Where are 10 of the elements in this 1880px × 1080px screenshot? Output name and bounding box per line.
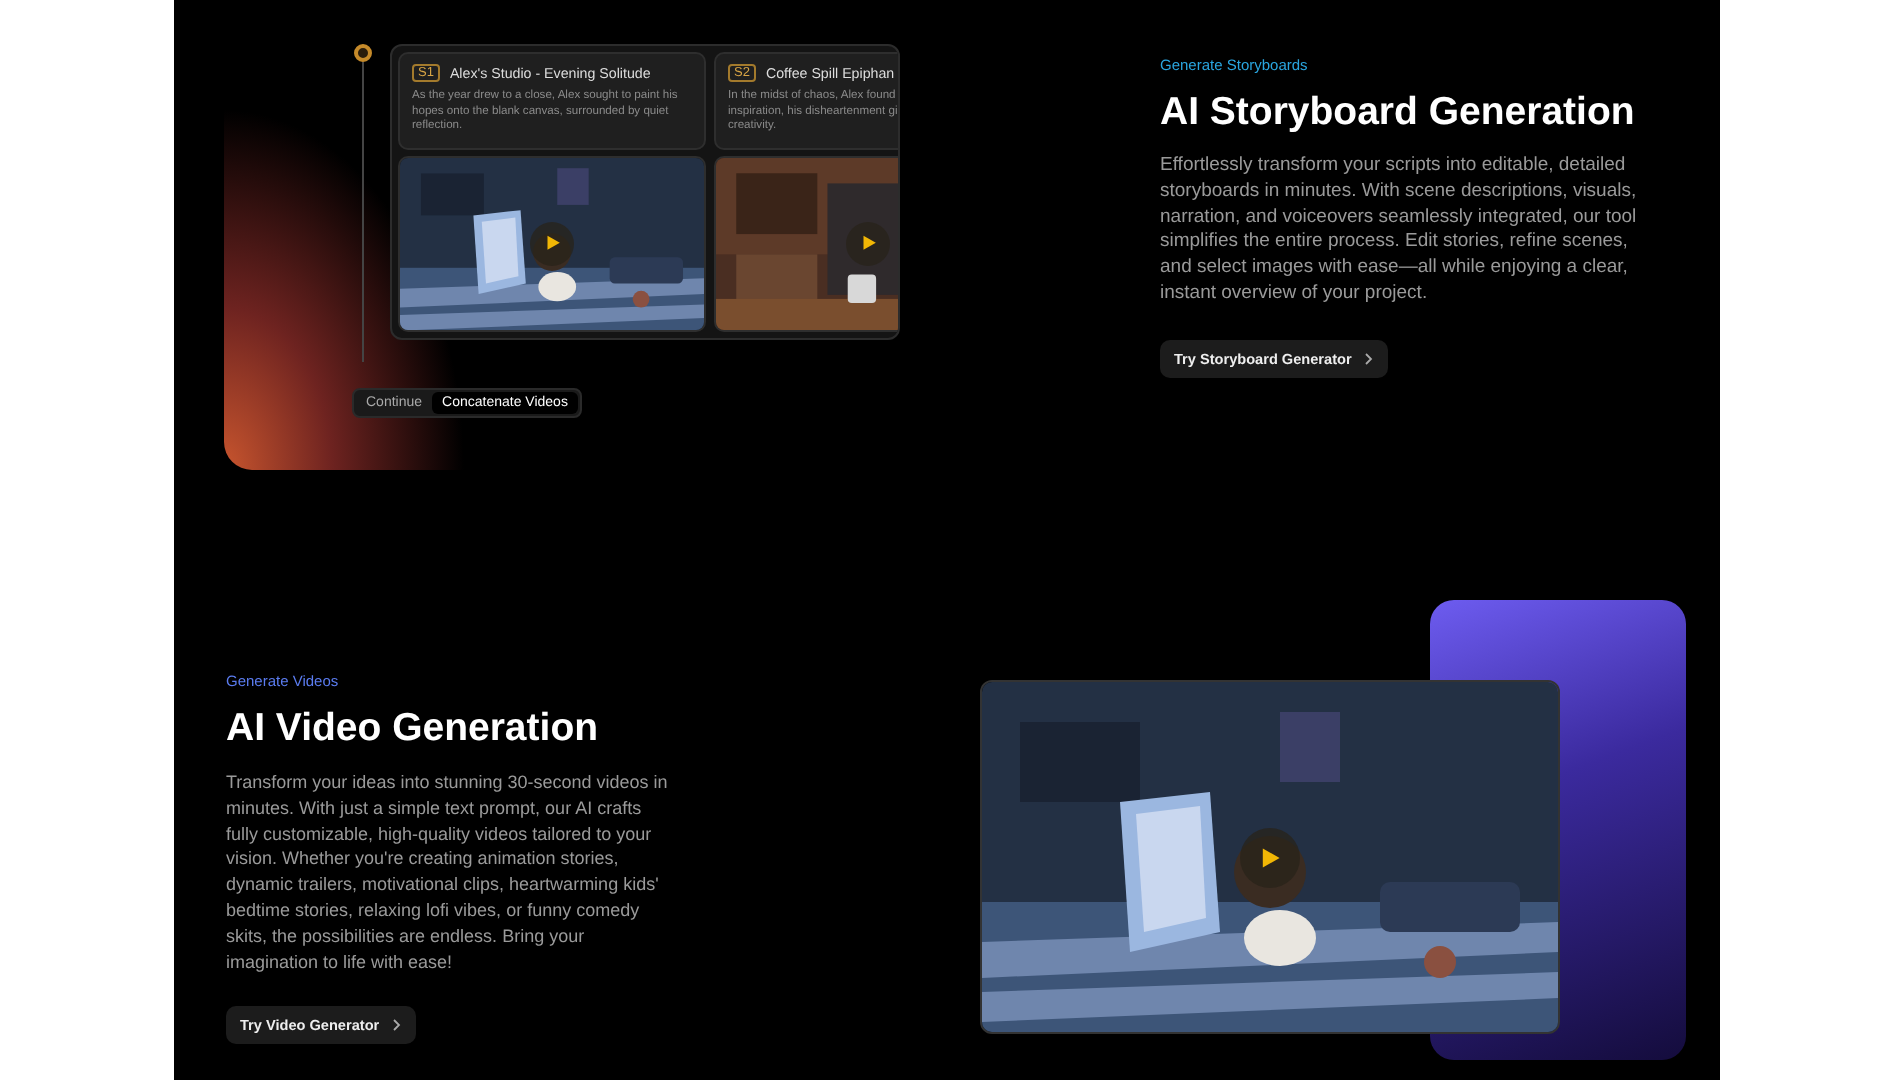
play-icon [1258, 845, 1282, 869]
chevron-right-icon [1363, 351, 1374, 366]
play-icon [543, 234, 561, 253]
section-title: AI Video Generation [226, 706, 599, 752]
section-title: AI Storyboard Generation [1160, 90, 1635, 136]
play-icon [859, 234, 877, 253]
chevron-right-icon [391, 1018, 402, 1033]
timeline-dot-icon [353, 44, 371, 62]
section-description: Transform your ideas into stunning 30-second videos in minutes. With just a simple text prompt, our AI crafts fully customizable, high-quality videos tailored to your vision. Whether you're creating animation stories, dynamic trailers, motivational clips, heartwarming kids' bedtime stories, relaxing lofi vibes, or funny comedy skits, the possibilities are endless. Bring your imagination to life with ease! [226, 770, 670, 975]
section-description: Effortlessly transform your scripts into editable, detailed storyboards in minutes. With scene descriptions, visuals, narration, and voiceovers seamlessly integrated, our tool simplifies the entire process. Edit stories, refine scenes, and select images with ease—all while enjoying a clear, instant overview of your project. [1160, 154, 1639, 308]
